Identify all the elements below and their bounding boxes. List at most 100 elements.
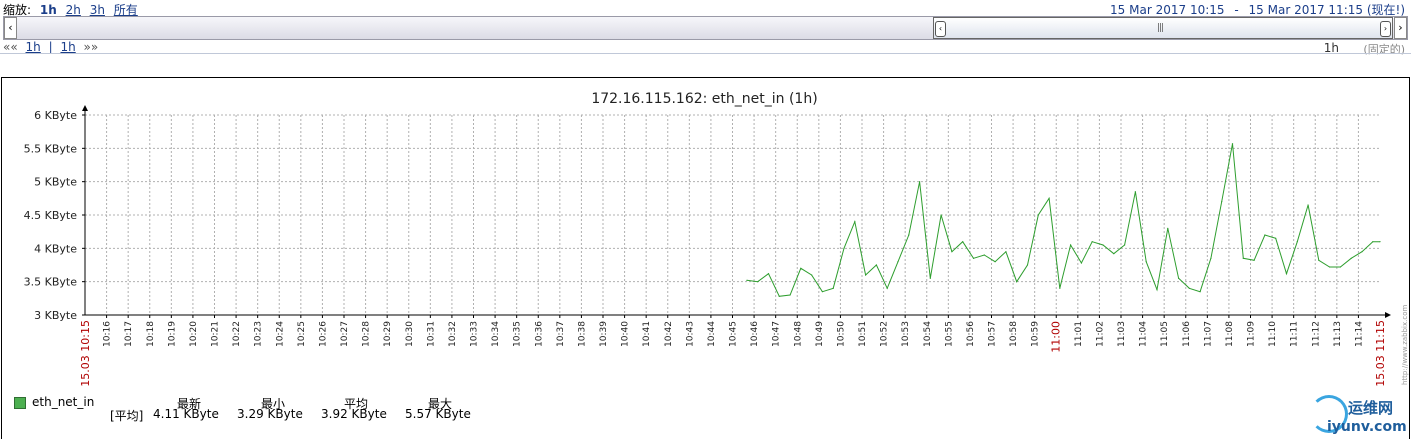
- x-tick-label: 10:31: [426, 321, 436, 347]
- series-point: [1372, 241, 1374, 243]
- x-tick-label: 10:22: [232, 321, 242, 347]
- x-tick-label: 10:40: [621, 321, 631, 347]
- y-tick-label: 6 KByte: [34, 109, 77, 122]
- x-tick-label: 10:57: [988, 321, 998, 347]
- series-point: [1070, 244, 1072, 246]
- x-tick-label: 10:56: [966, 321, 976, 347]
- series-point: [1048, 197, 1050, 199]
- y-tick-label: 4 KByte: [34, 242, 77, 255]
- x-tick-label: 11:04: [1139, 321, 1149, 347]
- series-point: [854, 221, 856, 223]
- series-point: [843, 247, 845, 249]
- x-tick-label: 10:58: [1009, 321, 1019, 347]
- series-point: [1145, 261, 1147, 263]
- series-point: [1329, 266, 1331, 268]
- series-point: [1059, 287, 1061, 289]
- y-tick-label: 3.5 KByte: [24, 276, 78, 289]
- series-point: [1113, 253, 1115, 255]
- x-tick-label: 11:10: [1268, 321, 1278, 347]
- series-point: [1275, 237, 1277, 239]
- watermark-cn: 运维网: [1348, 399, 1394, 417]
- series-point: [832, 287, 834, 289]
- legend-value-min: 3.29 KByte: [237, 407, 303, 421]
- x-tick-label: 11:09: [1247, 321, 1257, 347]
- legend-series-name: eth_net_in: [32, 395, 95, 409]
- x-tick-label: 10:44: [707, 321, 717, 347]
- x-tick-label: 10:37: [556, 321, 566, 347]
- series-point: [918, 181, 921, 183]
- series-point: [1350, 257, 1352, 259]
- x-tick-label: 11:02: [1095, 321, 1105, 347]
- x-tick-label: 10:17: [124, 321, 134, 347]
- y-tick-label: 5.5 KByte: [24, 142, 78, 155]
- series-point: [800, 267, 802, 269]
- x-tick-label: 11:14: [1354, 321, 1364, 347]
- series-point: [940, 214, 942, 216]
- series-point: [908, 234, 910, 236]
- series-point: [746, 279, 748, 281]
- series-point: [1080, 262, 1083, 264]
- x-tick-label: 10:29: [383, 321, 393, 347]
- series-point: [897, 261, 899, 263]
- legend-value-avg: 3.92 KByte: [321, 407, 387, 421]
- x-tick-label: 10:59: [1031, 321, 1041, 347]
- series-point: [1242, 257, 1244, 259]
- series-point: [1177, 277, 1180, 279]
- series-point: [1188, 287, 1190, 289]
- series-point: [1296, 241, 1298, 243]
- x-tick-label: 10:42: [664, 321, 674, 347]
- x-tick-label: 10:41: [642, 321, 652, 347]
- chart-title: 172.16.115.162: eth_net_in (1h): [591, 91, 817, 107]
- x-tick-label: 11:05: [1160, 321, 1170, 347]
- x-tick-label: 11:01: [1074, 321, 1084, 347]
- series-point: [767, 273, 770, 275]
- series-point: [1016, 281, 1018, 283]
- x-tick-label: 10:43: [685, 321, 695, 347]
- y-axis-arrow-icon: [82, 105, 88, 111]
- x-tick-label: 11:03: [1117, 321, 1127, 347]
- x-tick-label: 10:36: [534, 321, 544, 347]
- x-tick-label: 10:54: [923, 321, 933, 347]
- series-point: [1210, 257, 1212, 259]
- series-point: [1253, 259, 1255, 261]
- x-tick-label: 10:35: [513, 321, 523, 347]
- x-tick-label: 10:48: [793, 321, 803, 347]
- x-tick-label: 10:23: [254, 321, 264, 347]
- series-point: [778, 295, 780, 297]
- x-tick-label: 10:39: [599, 321, 609, 347]
- series-point: [1167, 227, 1169, 229]
- series-point: [1307, 204, 1309, 206]
- x-tick-label: 11:13: [1333, 321, 1343, 347]
- series-point: [1156, 289, 1158, 291]
- series-point: [1091, 241, 1093, 243]
- x-tick-label: 10:20: [189, 321, 199, 347]
- series-point: [1026, 264, 1029, 266]
- series-point: [789, 294, 791, 296]
- series-point: [864, 274, 867, 276]
- legend-value-max: 5.57 KByte: [405, 407, 471, 421]
- series-point: [1339, 266, 1342, 268]
- x-end-label: 15.03 11:15: [1374, 320, 1387, 387]
- series-point: [1361, 251, 1363, 253]
- x-tick-label: 10:21: [211, 321, 221, 347]
- series-point: [1318, 259, 1320, 261]
- x-tick-label: 10:34: [491, 321, 501, 347]
- x-tick-label: 10:47: [772, 321, 782, 347]
- series-point: [811, 274, 813, 276]
- x-tick-label: 10:16: [103, 321, 113, 347]
- line-chart: 172.16.115.162: eth_net_in (1h) 6 KByte 5.…: [24, 91, 1391, 387]
- x-tick-label: 10:24: [275, 321, 285, 347]
- x-tick-label: 10:50: [836, 321, 846, 347]
- x-tick-label: 10:25: [297, 321, 307, 347]
- series-point: [951, 251, 953, 253]
- zabbix-credit: http://www.zabbix.com: [1401, 304, 1409, 385]
- x-tick-label: 11:00: [1049, 321, 1062, 353]
- x-tick-label: 10:51: [858, 321, 868, 347]
- y-tick-label: 3 KByte: [34, 309, 77, 322]
- series-point: [1285, 273, 1288, 275]
- watermark-en: iyunv.com: [1327, 419, 1407, 435]
- series-point: [994, 261, 996, 263]
- x-tick-label: 10:53: [901, 321, 911, 347]
- x-tick-label: 11:11: [1290, 321, 1300, 347]
- series-point: [875, 264, 877, 266]
